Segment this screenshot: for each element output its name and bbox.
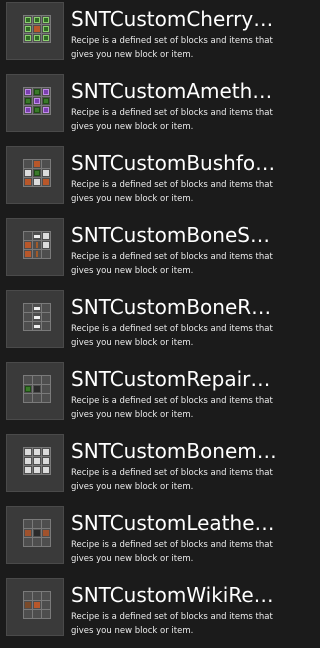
recipe-title: SNTCustomWikiRe… [71, 583, 274, 607]
recipe-description: Recipe is a defined set of blocks and it… [71, 252, 273, 276]
recipe-title: SNTCustomLeathe… [71, 511, 275, 535]
recipe-thumbnail [6, 290, 64, 348]
recipe-item[interactable]: SNTCustomLeathe… Recipe is a defined set… [0, 504, 294, 574]
recipe-description: Recipe is a defined set of blocks and it… [71, 180, 273, 204]
recipe-title: SNTCustomBonem… [71, 439, 277, 463]
recipe-title: SNTCustomAmeth… [71, 79, 273, 103]
recipe-title: SNTCustomRepair… [71, 367, 271, 391]
recipe-description: Recipe is a defined set of blocks and it… [71, 324, 273, 348]
recipe-description: Recipe is a defined set of blocks and it… [71, 396, 273, 420]
recipe-item[interactable]: SNTCustomBushfo… Recipe is a defined set… [0, 144, 294, 214]
recipe-title: SNTCustomBoneS… [71, 223, 270, 247]
crafting-grid-icon [23, 15, 51, 43]
recipe-thumbnail [6, 74, 64, 132]
recipe-item[interactable]: SNTCustomBonem… Recipe is a defined set … [0, 432, 294, 502]
recipe-title: SNTCustomBushfo… [71, 151, 276, 175]
recipe-item[interactable]: SNTCustomBoneS… Recipe is a defined set … [0, 216, 294, 286]
recipe-description: Recipe is a defined set of blocks and it… [71, 468, 273, 492]
recipe-description: Recipe is a defined set of blocks and it… [71, 540, 273, 564]
recipe-thumbnail [6, 146, 64, 204]
crafting-grid-icon [23, 591, 51, 619]
crafting-grid-icon [23, 447, 51, 475]
recipe-thumbnail [6, 506, 64, 564]
crafting-grid-icon [23, 159, 51, 187]
recipe-description: Recipe is a defined set of blocks and it… [71, 612, 273, 636]
crafting-grid-icon [23, 375, 51, 403]
crafting-grid-icon [23, 87, 51, 115]
recipe-item[interactable]: SNTCustomRepair… Recipe is a defined set… [0, 360, 294, 430]
recipe-thumbnail [6, 578, 64, 636]
recipe-item[interactable]: SNTCustomBoneR… Recipe is a defined set … [0, 288, 294, 358]
crafting-grid-icon [23, 519, 51, 547]
recipe-description: Recipe is a defined set of blocks and it… [71, 108, 273, 132]
recipe-thumbnail [6, 434, 64, 492]
recipe-list: SNTCustomCherry… Recipe is a defined set… [0, 0, 294, 648]
recipe-item[interactable]: SNTCustomCherry… Recipe is a defined set… [0, 0, 294, 70]
crafting-grid-icon [23, 231, 51, 259]
recipe-item[interactable]: SNTCustomAmeth… Recipe is a defined set … [0, 72, 294, 142]
recipe-thumbnail [6, 218, 64, 276]
recipe-thumbnail [6, 362, 64, 420]
recipe-title: SNTCustomBoneR… [71, 295, 272, 319]
recipe-thumbnail [6, 2, 64, 60]
recipe-title: SNTCustomCherry… [71, 7, 274, 31]
recipe-description: Recipe is a defined set of blocks and it… [71, 36, 273, 60]
crafting-grid-icon [23, 303, 51, 331]
recipe-item[interactable]: SNTCustomWikiRe… Recipe is a defined set… [0, 576, 294, 646]
